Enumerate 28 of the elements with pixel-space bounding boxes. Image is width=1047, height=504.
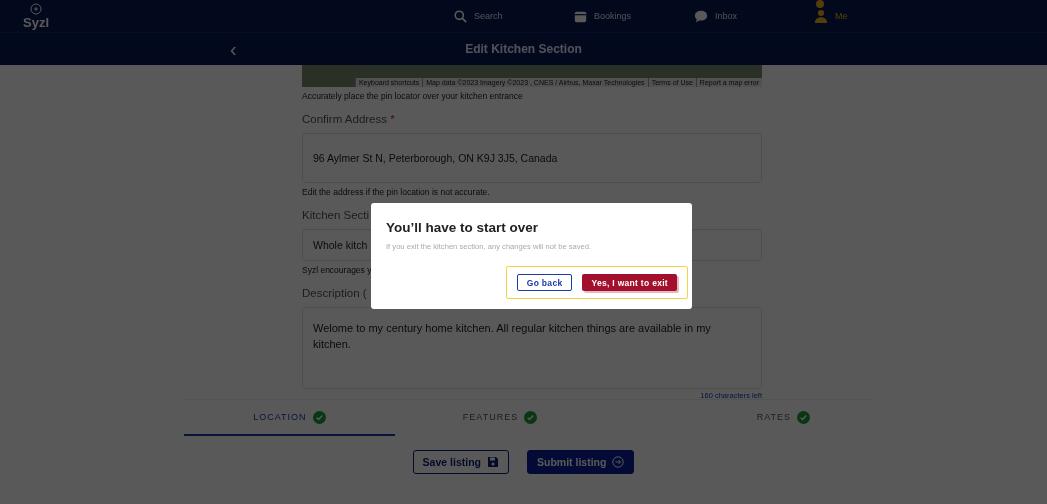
field-label: Kitchen Secti xyxy=(302,209,371,221)
text-field[interactable]: 96 Aylmer St N, Peterborough, ON K9J 3J5, Canada xyxy=(302,133,762,183)
nav-link[interactable]: Me xyxy=(835,11,848,21)
required-mark: * xyxy=(390,113,395,125)
go-back-button[interactable]: Go back xyxy=(516,274,573,291)
search-icon xyxy=(454,9,467,23)
arrow-circle-icon xyxy=(612,456,625,468)
app-logo[interactable]: Syzl xyxy=(23,14,49,30)
exit-button[interactable]: Yes, I want to exit xyxy=(582,274,677,291)
step-tab[interactable]: LOCATION xyxy=(184,400,395,436)
helper-text: Syzl encourages y xyxy=(302,265,373,275)
dialog-title: You’ll have to start over xyxy=(386,220,540,235)
nav-link[interactable]: Inbox xyxy=(715,11,738,21)
listing-button[interactable]: Save listing xyxy=(412,450,509,474)
helper-text: Accurately place the pin locator over your kitchen entrance xyxy=(302,91,524,101)
nav-link[interactable]: Search xyxy=(474,11,503,21)
nav-link[interactable]: Bookings xyxy=(594,11,632,21)
person-icon xyxy=(814,9,828,23)
field-label: Confirm Address * xyxy=(302,113,396,125)
helper-text: Edit the address if the pin location is not accurate. xyxy=(302,187,491,197)
calendar-icon xyxy=(574,9,587,23)
chat-bubble-icon xyxy=(694,9,708,23)
listing-button[interactable]: Submit listing xyxy=(526,450,635,474)
logo-icon xyxy=(30,2,42,15)
page-title: Edit Kitchen Section xyxy=(465,42,582,56)
step-tab[interactable]: FEATURES xyxy=(394,400,606,436)
back-button[interactable]: ‹ xyxy=(226,39,241,59)
field-label: Description ( xyxy=(302,287,368,299)
